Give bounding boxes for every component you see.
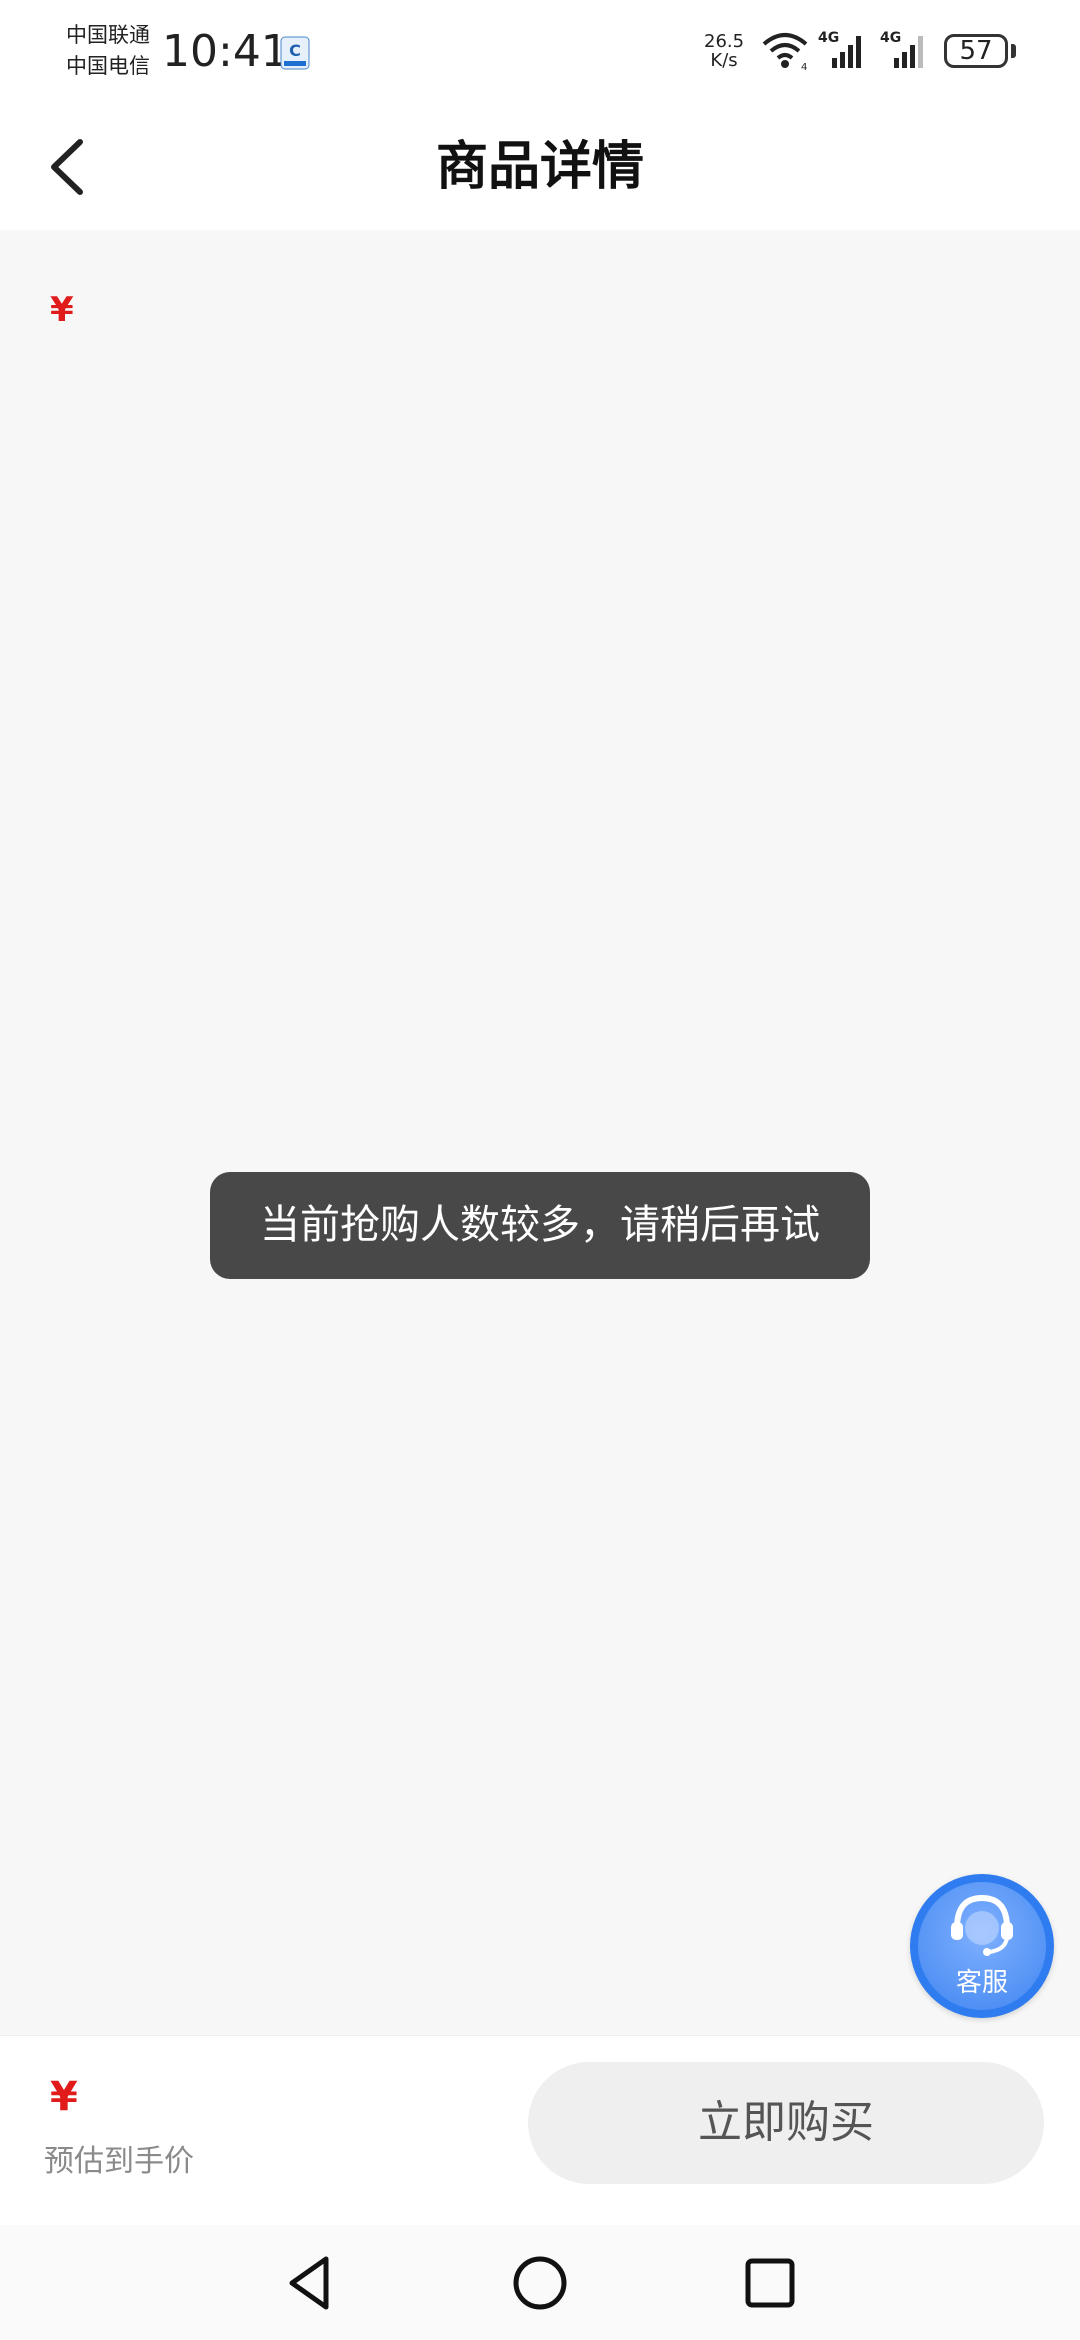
app-notification-icon: C	[280, 36, 310, 70]
page-title: 商品详情	[435, 137, 644, 197]
battery-level: 57	[959, 36, 993, 66]
triangle-back-icon[interactable]	[280, 2253, 340, 2313]
toast-message: 当前抢购人数较多，请稍后再试	[210, 1172, 870, 1279]
carrier-1: 中国联通	[66, 23, 150, 47]
signal-icon-2: 4G	[880, 30, 923, 68]
net-speed-unit: K/s	[710, 50, 738, 71]
carrier-2: 中国电信	[66, 54, 150, 78]
customer-service-label: 客服	[955, 1968, 1008, 1998]
svg-text:4G: 4G	[818, 30, 839, 46]
status-bar: 中国联通 中国电信 10:41 C 26.5 K/s 4 4G 4G 57	[0, 0, 1080, 104]
carrier-names: 中国联通 中国电信	[66, 20, 150, 82]
back-button[interactable]	[40, 132, 100, 202]
svg-text:C: C	[289, 41, 301, 60]
buy-now-button[interactable]: 立即购买	[528, 2062, 1044, 2184]
product-price: ¥	[50, 290, 74, 330]
svg-text:4: 4	[801, 62, 807, 72]
system-nav-bar	[0, 2225, 1080, 2340]
svg-text:4G: 4G	[880, 30, 901, 46]
battery-tip	[1011, 44, 1016, 58]
estimated-price-label: 预估到手价	[44, 2144, 194, 2179]
estimated-price: ¥	[50, 2074, 78, 2120]
net-speed: 26.5 K/s	[704, 32, 744, 70]
chevron-left-icon	[51, 139, 83, 195]
net-speed-value: 26.5	[704, 31, 745, 52]
signal-icon-1: 4G	[818, 30, 861, 68]
battery-icon: 57	[944, 34, 1008, 68]
square-recent-icon[interactable]	[740, 2253, 800, 2313]
bottom-bar: ¥ 预估到手价 立即购买	[0, 2035, 1080, 2226]
headset-icon	[951, 1894, 1013, 1956]
header-bar: 商品详情	[0, 104, 1080, 230]
clock: 10:41	[162, 26, 289, 77]
wifi-icon: 4	[762, 33, 807, 72]
circle-home-icon[interactable]	[510, 2253, 570, 2313]
product-content: ¥ 客服	[0, 230, 1080, 2035]
customer-service-button[interactable]: 客服	[910, 1874, 1054, 2018]
